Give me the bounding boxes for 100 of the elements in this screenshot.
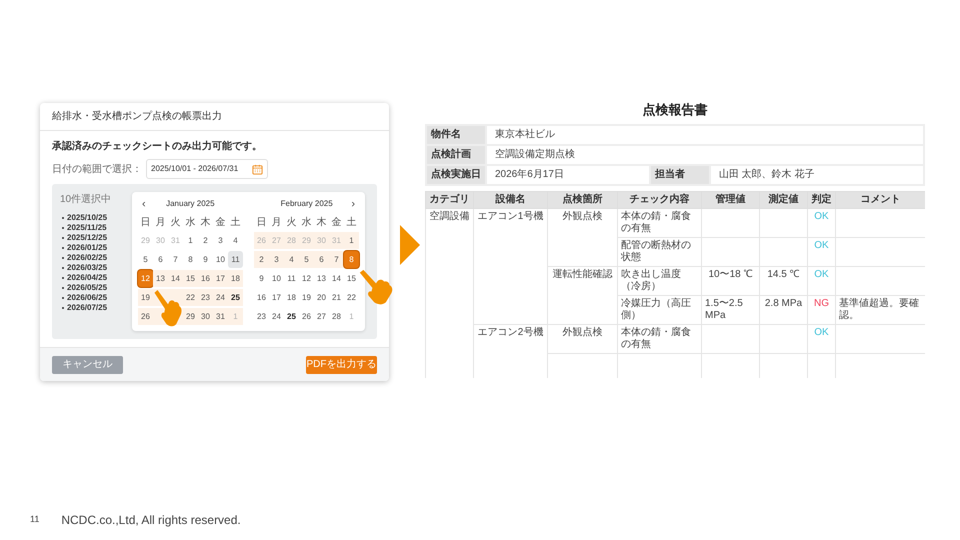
calendar-day[interactable]: 4	[228, 232, 243, 249]
calendar-day[interactable]: 11	[228, 251, 243, 268]
calendar-day[interactable]: 1	[344, 232, 359, 249]
table-cell-text: 吹き出し温度（冷房）	[621, 268, 682, 292]
calendar-day[interactable]: 10	[213, 251, 228, 268]
weekday-label: 土	[346, 216, 358, 230]
info-value: 東京本社ビル	[495, 128, 555, 140]
info-label: 点検計画	[431, 148, 471, 160]
judgement-text: OK	[814, 326, 829, 338]
column-header: チェック内容	[630, 194, 690, 204]
selected-date: 2026/04/25	[67, 272, 108, 284]
calendar-day[interactable]: 20	[314, 289, 329, 306]
judgement-text: OK	[814, 268, 829, 280]
calendar-day[interactable]: 30	[198, 308, 213, 325]
calendar-day[interactable]: 29	[183, 308, 198, 325]
calendar-day[interactable]: 21	[329, 289, 344, 306]
calendar-day[interactable]: 18	[228, 270, 243, 287]
calendar-day[interactable]: 4	[284, 251, 299, 268]
table-cell-text: 冷媒圧力（高圧側）	[621, 298, 692, 322]
calendar-day[interactable]: 12	[299, 270, 314, 287]
selected-date: 2026/02/25	[67, 252, 108, 264]
table-cell-text: 1.5〜2.5 MPa	[705, 298, 744, 322]
column-header: カテゴリ	[430, 194, 470, 204]
table-cell-text: 配管の断熱材の状態	[621, 240, 692, 264]
info-value: 2026年6月17日	[495, 168, 564, 180]
selected-date: 2026/06/25	[67, 292, 108, 304]
pointing-hand-icon	[153, 289, 183, 327]
calendar-day[interactable]: 14	[329, 270, 344, 287]
calendar-day[interactable]: 6	[153, 251, 168, 268]
calendar-day[interactable]: 17	[269, 289, 284, 306]
calendar-day[interactable]: 26	[299, 308, 314, 325]
table-cell-text: 基準値超過。要確認。	[839, 298, 920, 322]
table-cell-text: 本体の錆・腐食の有無	[621, 326, 692, 350]
table-cell: 14.5 ℃	[767, 268, 800, 280]
table-cell: エアコン1号機	[478, 210, 544, 222]
info-value: 空調設備定期点検	[495, 148, 575, 160]
calendar-day[interactable]: 3	[213, 232, 228, 249]
calendar-day[interactable]: 5	[138, 251, 153, 268]
next-month-button[interactable]: ›	[347, 196, 359, 212]
calendar-day[interactable]: 15	[183, 270, 198, 287]
calendar-day[interactable]: 6	[314, 251, 329, 268]
calendar-day[interactable]: 24	[269, 308, 284, 325]
calendar-day[interactable]: 7	[168, 251, 183, 268]
calendar-day[interactable]: 5	[299, 251, 314, 268]
calendar-day[interactable]: 16	[198, 270, 213, 287]
date-range-label: 日付の範囲で選択：	[52, 162, 142, 176]
selected-count: 10件選択中	[60, 192, 112, 207]
weekday-label: 金	[214, 216, 226, 230]
calendar-day[interactable]: 25	[228, 289, 243, 306]
calendar-day[interactable]: 31	[213, 308, 228, 325]
calendar-day[interactable]: 15	[344, 270, 359, 287]
column-header: コメント	[860, 194, 900, 204]
date-range-field[interactable]: 2025/10/01 - 2026/07/31	[146, 159, 268, 179]
calendar-day[interactable]: 2	[198, 232, 213, 249]
calendar-day[interactable]: 10	[269, 270, 284, 287]
table-cell: 2.8 MPa	[764, 298, 802, 308]
weekday-label: 土	[230, 216, 242, 230]
selected-date: 2026/07/25	[67, 302, 108, 314]
calendar-day[interactable]: 11	[284, 270, 299, 287]
calendar-icon	[252, 164, 263, 174]
calendar-day[interactable]: 22	[183, 289, 198, 306]
calendar-day[interactable]: 25	[284, 308, 299, 325]
weekday-label: 月	[154, 216, 166, 230]
calendar-day[interactable]: 1	[183, 232, 198, 249]
pointing-hand-icon	[358, 269, 394, 305]
calendar-day[interactable]: 17	[213, 270, 228, 287]
copyright-text: NCDC.co.,Ltd, All rights reserved.	[61, 512, 241, 529]
column-header: 設備名	[496, 194, 526, 204]
calendar-day[interactable]: 9	[198, 251, 213, 268]
judgement-text: OK	[814, 210, 829, 222]
calendar-day[interactable]: 28	[329, 308, 344, 325]
weekday-label: 木	[200, 216, 212, 230]
selected-date: 2025/11/25	[67, 222, 107, 234]
arrow-right-icon	[400, 225, 420, 265]
calendar-day[interactable]: 3	[269, 251, 284, 268]
selected-date: 2025/10/25	[67, 212, 108, 224]
calendar-day[interactable]: 7	[329, 251, 344, 268]
judgement-text: NG	[814, 298, 829, 308]
calendar-day[interactable]: 9	[254, 270, 269, 287]
weekday-label: 木	[316, 216, 328, 230]
info-label: 物件名	[431, 128, 461, 140]
calendar-day[interactable]: 14	[168, 270, 183, 287]
calendar-day[interactable]: 22	[344, 289, 359, 306]
calendar-day[interactable]: 2	[254, 251, 269, 268]
report-title: 点検報告書	[642, 101, 708, 119]
prev-month-button[interactable]: ‹	[138, 196, 150, 212]
calendar-day[interactable]: 23	[198, 289, 213, 306]
calendar-day[interactable]: 26	[138, 308, 153, 325]
calendar-day[interactable]: 23	[254, 308, 269, 325]
calendar-day[interactable]: 19	[299, 289, 314, 306]
calendar-day[interactable]: 27	[314, 308, 329, 325]
calendar-day[interactable]: 13	[153, 270, 168, 287]
calendar-day[interactable]: 18	[284, 289, 299, 306]
judgement-text: OK	[814, 240, 829, 250]
calendar-day[interactable]: 19	[138, 289, 153, 306]
calendar-day[interactable]: 8	[183, 251, 198, 268]
table-cell: エアコン2号機	[478, 326, 544, 338]
calendar-day[interactable]: 13	[314, 270, 329, 287]
calendar-day[interactable]: 16	[254, 289, 269, 306]
calendar-day[interactable]: 24	[213, 289, 228, 306]
